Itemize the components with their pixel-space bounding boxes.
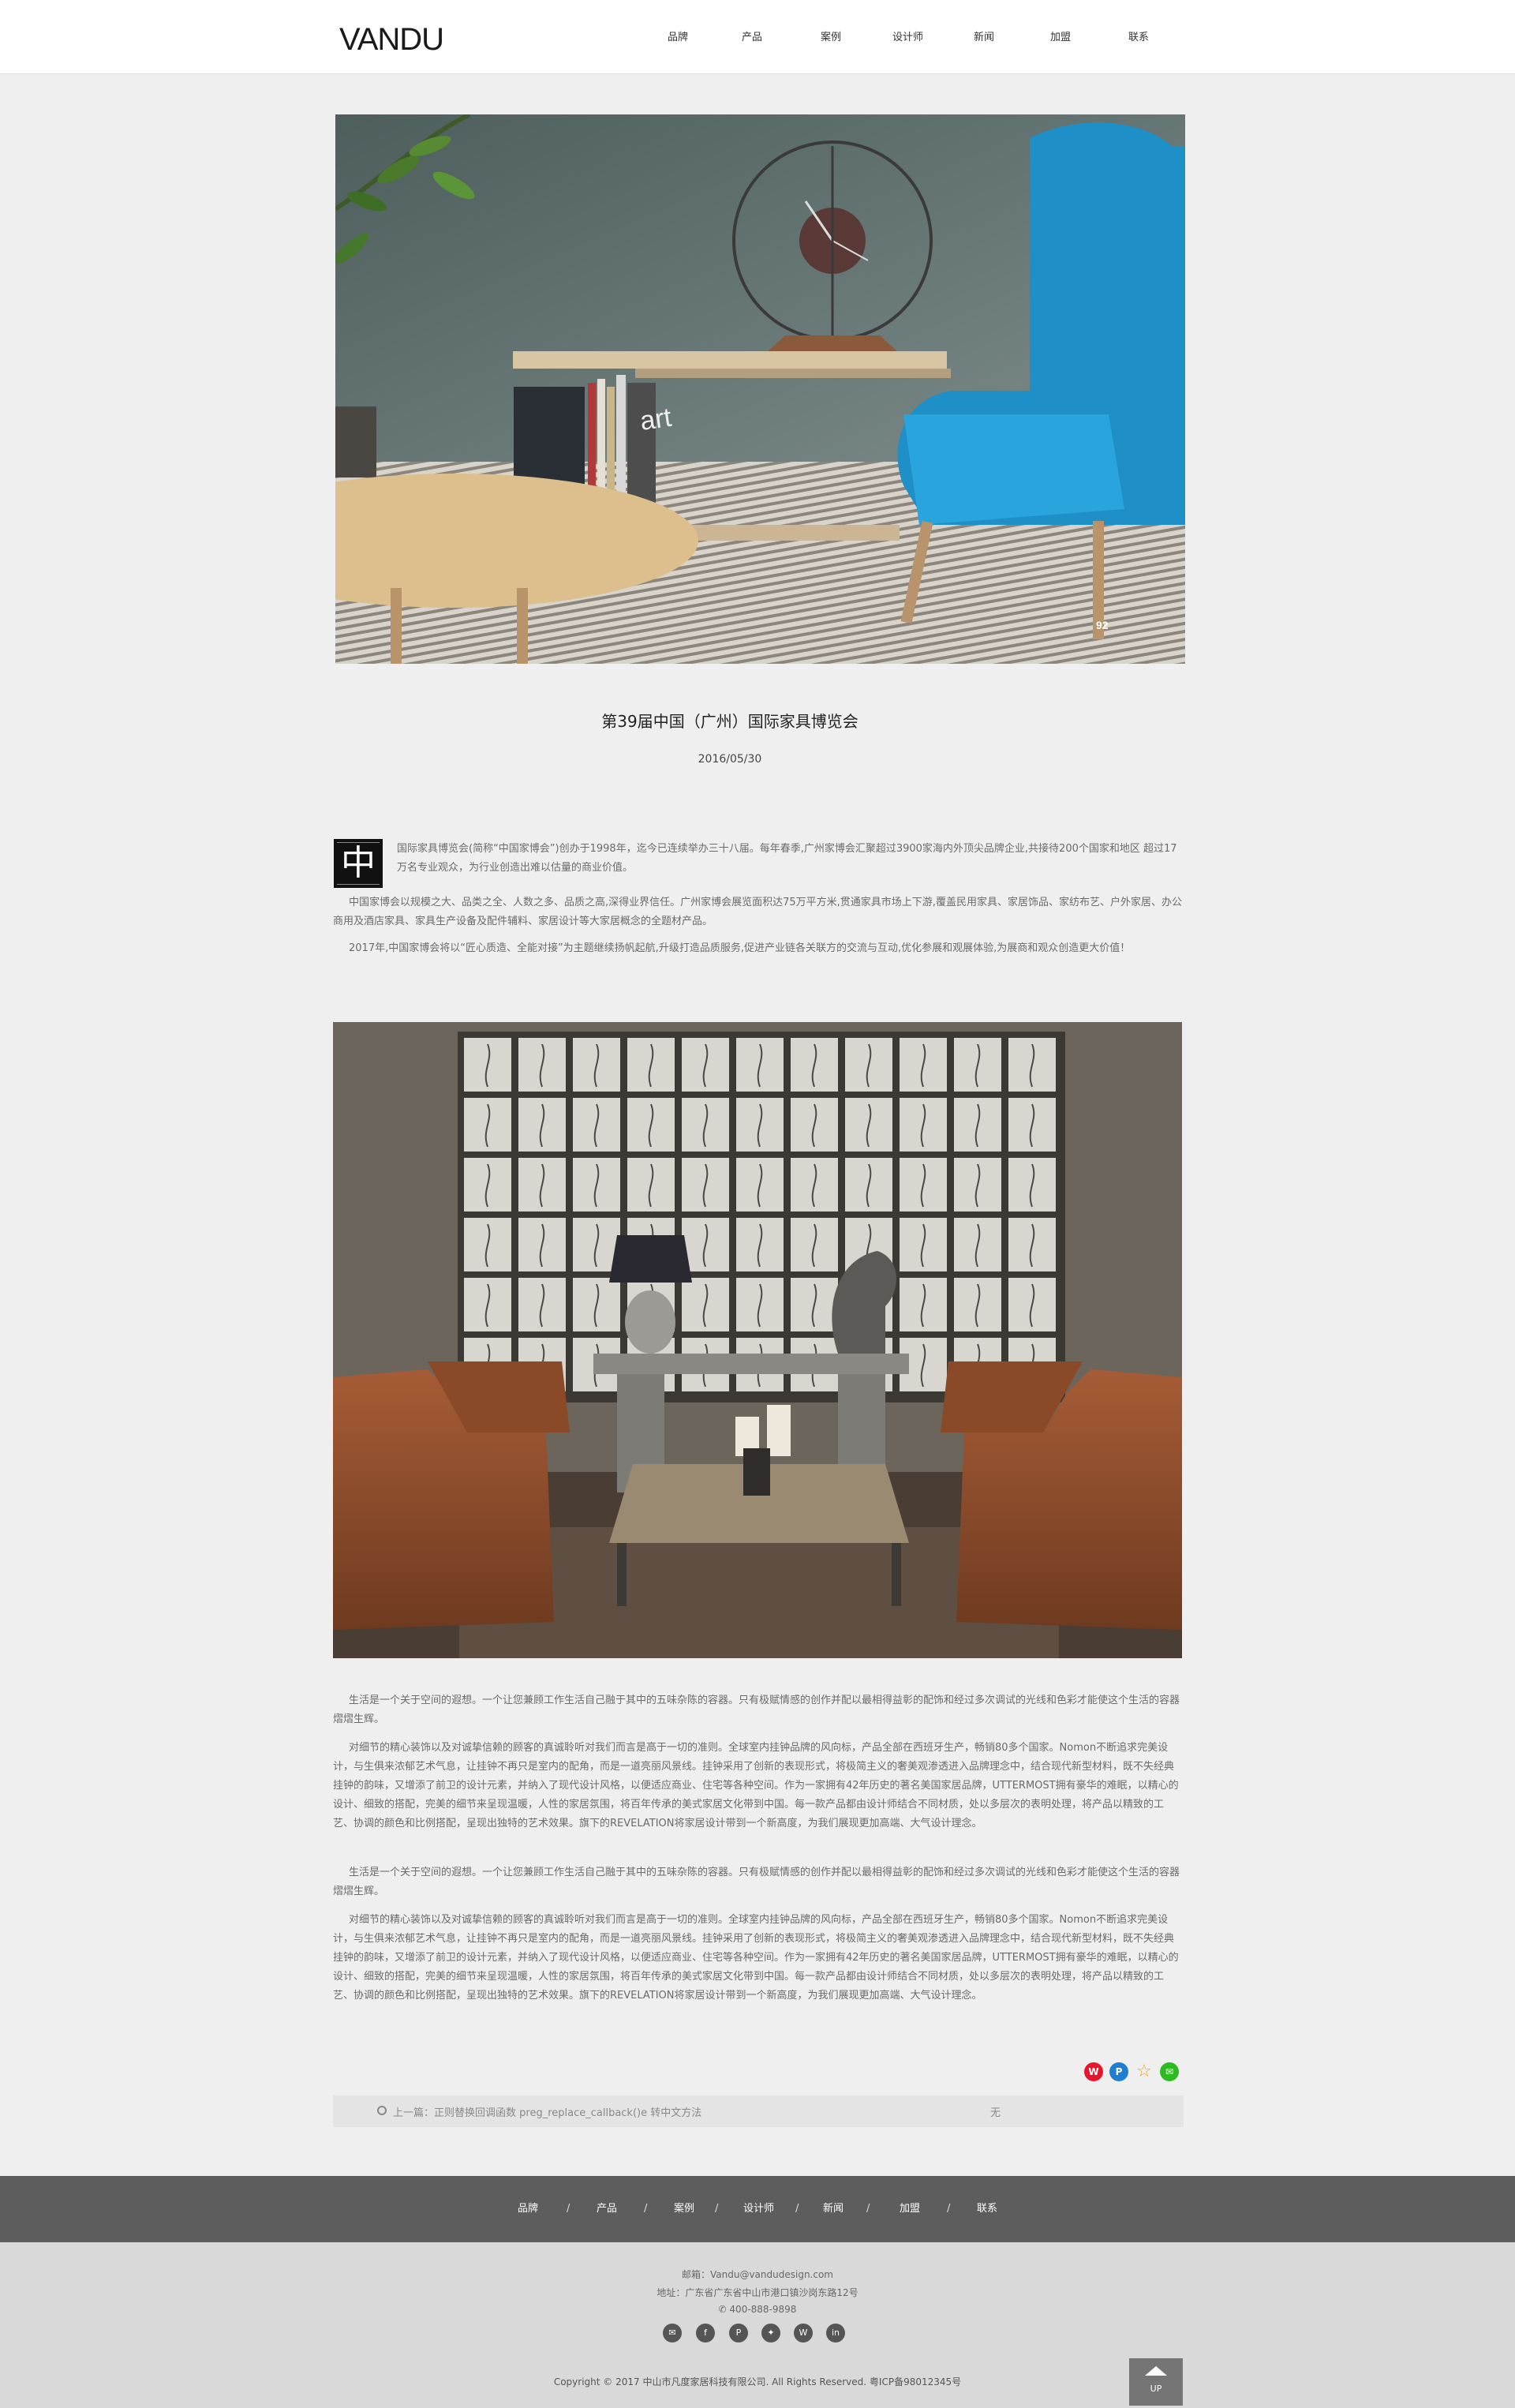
body-paragraph-3: 生活是一个关于空间的遐想。一个让您兼顾工作生活自己融于其中的五味杂陈的容器。只有… xyxy=(333,1867,1180,1897)
footer-phone: 400-888-9898 xyxy=(729,2304,797,2315)
footer-nav-products[interactable]: 产品 xyxy=(597,2201,617,2217)
footer-nav-separator: / xyxy=(866,2203,870,2215)
prev-bullet-icon xyxy=(377,2106,387,2115)
hero-badge: 92 xyxy=(1096,619,1109,631)
footer-nav-brand[interactable]: 品牌 xyxy=(518,2201,538,2217)
weibo-share-icon[interactable]: W xyxy=(1084,2062,1103,2081)
footer-phone-row: ✆ 400-888-9898 xyxy=(0,2304,1515,2315)
footer-nav-separator: / xyxy=(644,2203,648,2215)
footer-nav: 品牌 / 产品 / 案例 / 设计师 / 新闻 / 加盟 / 联系 xyxy=(0,2176,1515,2242)
article-title: 第39届中国（广州）国际家具博览会 xyxy=(601,712,858,731)
footer-nav-contact[interactable]: 联系 xyxy=(977,2201,997,2217)
footer-nav-news[interactable]: 新闻 xyxy=(823,2201,844,2217)
nav-item-products[interactable]: 产品 xyxy=(742,30,762,46)
intro-paragraph-1: 国际家具博览会(简称“中国家博会”)创办于1998年，迄今已连续举办三十八届。每… xyxy=(397,843,1177,874)
phone-icon: ✆ xyxy=(718,2304,730,2315)
main-nav: 品牌 产品 案例 设计师 新闻 加盟 联系 xyxy=(0,30,1515,46)
wechat-icon[interactable]: ✉ xyxy=(663,2324,682,2342)
footer-nav-separator: / xyxy=(567,2203,570,2215)
intro-paragraph-2: 中国家博会以规模之大、品类之全、人数之多、品质之高,深得业界信任。广州家博会展览… xyxy=(333,897,1182,927)
back-to-top-button[interactable]: UP xyxy=(1129,2358,1183,2406)
facebook-icon[interactable]: f xyxy=(696,2324,715,2342)
site-header: VANDU 品牌 产品 案例 设计师 新闻 加盟 联系 xyxy=(0,0,1515,74)
footer-copyright: Copyright © 2017 中山市凡度家居科技有限公司. All Righ… xyxy=(553,2376,962,2387)
footer-address: 地址：广东省广东省中山市港口镇沙岗东路12号 xyxy=(656,2287,858,2298)
footer-nav-cases[interactable]: 案例 xyxy=(674,2201,694,2217)
next-article-link[interactable]: 无 xyxy=(990,2104,1001,2119)
footer-nav-designers[interactable]: 设计师 xyxy=(743,2201,774,2217)
article-pager: 上一篇：正则替换回调函数 preg_replace_callback()e 转中… xyxy=(333,2095,1184,2127)
footer-nav-separator: / xyxy=(795,2203,799,2215)
footer-nav-separator: / xyxy=(715,2203,719,2215)
back-to-top-label: UP xyxy=(1150,2384,1162,2394)
footer-nav-franchise[interactable]: 加盟 xyxy=(900,2201,920,2217)
article-date: 2016/05/30 xyxy=(698,753,762,766)
nav-item-news[interactable]: 新闻 xyxy=(974,30,994,46)
footer-nav-separator: / xyxy=(947,2203,951,2215)
site-footer: 邮箱：Vandu@vandudesign.com 地址：广东省广东省中山市港口镇… xyxy=(0,2242,1515,2408)
nav-item-contact[interactable]: 联系 xyxy=(1128,30,1149,46)
wechat-share-icon[interactable]: ✉ xyxy=(1160,2062,1179,2081)
pinterest-icon[interactable]: P xyxy=(729,2324,748,2342)
prev-article-link[interactable]: 上一篇：正则替换回调函数 preg_replace_callback()e 转中… xyxy=(393,2104,701,2119)
nav-item-designers[interactable]: 设计师 xyxy=(892,30,923,46)
body-paragraph-1: 生活是一个关于空间的遐想。一个让您兼顾工作生活自己融于其中的五味杂陈的容器。只有… xyxy=(333,1695,1180,1725)
nav-item-cases[interactable]: 案例 xyxy=(821,30,841,46)
living-room-image xyxy=(333,1022,1182,1658)
nav-item-franchise[interactable]: 加盟 xyxy=(1050,30,1071,46)
hero-image: art 92 xyxy=(335,114,1185,664)
body-paragraph-2: 对细节的精心装饰以及对诚挚信赖的顾客的真诚聆听对我们而言是高于一切的准则。全球室… xyxy=(333,1742,1179,1829)
weibo-icon[interactable]: W xyxy=(794,2324,813,2342)
tencent-weibo-share-icon[interactable]: P xyxy=(1109,2062,1128,2081)
intro-paragraph-3: 2017年,中国家博会将以“匠心质造、全能对接”为主题继续扬帆起航,升级打造品质… xyxy=(349,942,1131,954)
body-paragraph-4: 对细节的精心装饰以及对诚挚信赖的顾客的真诚聆听对我们而言是高于一切的准则。全球室… xyxy=(333,1914,1179,2002)
qzone-share-icon[interactable]: ☆ xyxy=(1135,2062,1154,2081)
twitter-icon[interactable]: ✦ xyxy=(761,2324,780,2342)
footer-email: 邮箱：Vandu@vandudesign.com xyxy=(682,2269,833,2280)
svg-text:art: art xyxy=(638,403,674,436)
linkedin-icon[interactable]: in xyxy=(826,2324,845,2342)
nav-item-brand[interactable]: 品牌 xyxy=(668,30,688,46)
dropcap: 中 xyxy=(334,839,383,888)
up-arrow-icon xyxy=(1145,2366,1167,2376)
